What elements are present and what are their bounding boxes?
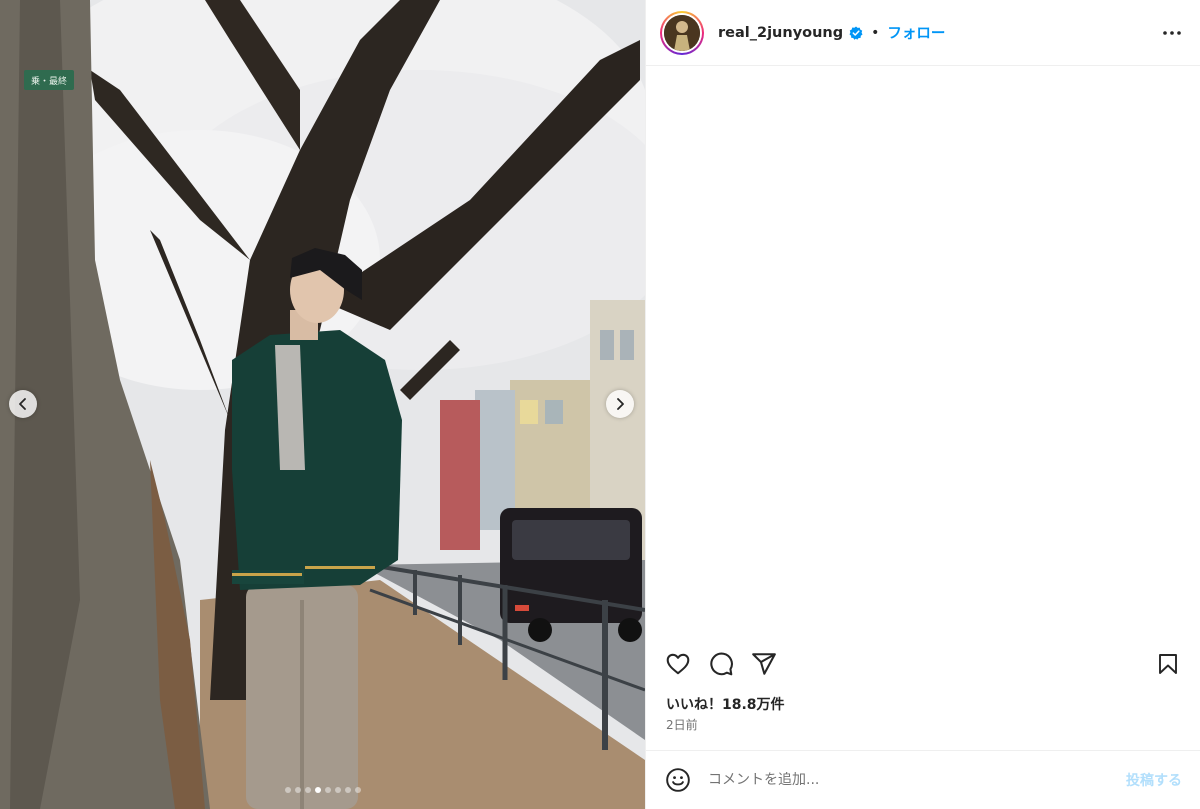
separator-dot: • bbox=[871, 24, 880, 41]
chevron-right-icon bbox=[617, 398, 624, 410]
share-button[interactable] bbox=[748, 648, 780, 680]
carousel-next-button[interactable] bbox=[606, 390, 634, 418]
carousel-prev-button[interactable] bbox=[9, 390, 37, 418]
more-options-button[interactable] bbox=[1160, 21, 1184, 45]
chevron-left-icon bbox=[19, 398, 26, 410]
emoji-icon bbox=[666, 768, 690, 792]
post-comment-button[interactable]: 投稿する bbox=[1126, 770, 1182, 790]
post-details-panel: real_2junyoung • フォロー いいね！18.8万件 2日前 コメン… bbox=[645, 0, 1200, 809]
carousel-dot bbox=[294, 787, 301, 793]
comment-bubble-icon bbox=[710, 652, 733, 676]
carousel-dot bbox=[314, 787, 321, 793]
trunk-sign-text: 乗・最終 bbox=[31, 75, 67, 87]
follow-button[interactable]: フォロー bbox=[887, 22, 945, 43]
emoji-button[interactable] bbox=[664, 766, 692, 794]
verified-badge-icon bbox=[849, 26, 863, 40]
paper-plane-icon bbox=[752, 653, 776, 675]
like-button[interactable] bbox=[662, 648, 694, 680]
comment-button[interactable] bbox=[705, 648, 737, 680]
avatar bbox=[664, 14, 700, 51]
carousel-dot bbox=[344, 787, 351, 793]
carousel-dot bbox=[284, 787, 291, 793]
carousel-dot bbox=[334, 787, 341, 793]
bookmark-icon bbox=[1159, 654, 1177, 674]
carousel-dot bbox=[304, 787, 311, 793]
more-options-icon bbox=[1163, 30, 1181, 35]
comments-list bbox=[646, 66, 1200, 644]
post-timestamp[interactable]: 2日前 bbox=[666, 716, 698, 733]
username-link[interactable]: real_2junyoung bbox=[718, 25, 843, 41]
carousel-indicator bbox=[0, 787, 645, 793]
heart-icon bbox=[666, 653, 690, 675]
save-button[interactable] bbox=[1152, 648, 1184, 680]
likes-count[interactable]: いいね！18.8万件 bbox=[666, 694, 785, 714]
carousel-dot bbox=[354, 787, 361, 793]
post-actions bbox=[662, 648, 1184, 680]
comment-input[interactable] bbox=[708, 772, 1116, 788]
post-photo[interactable]: 乗・最終 bbox=[0, 0, 645, 809]
photo-scene: 乗・最終 bbox=[0, 0, 645, 809]
post-header: real_2junyoung • フォロー bbox=[646, 0, 1200, 66]
carousel-dot bbox=[324, 787, 331, 793]
add-comment-bar: 投稿する bbox=[646, 750, 1200, 809]
avatar-story-ring[interactable] bbox=[660, 10, 704, 55]
